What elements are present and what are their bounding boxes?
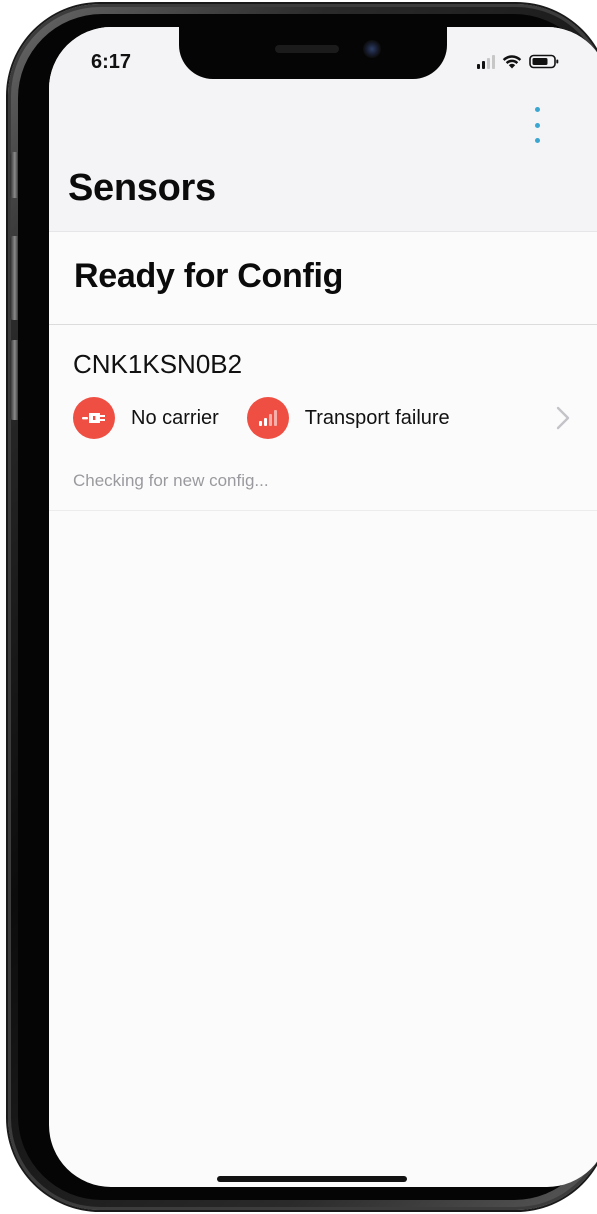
status-bar-icons [477,54,559,69]
home-indicator[interactable] [217,1176,407,1182]
signal-bars-icon [246,397,289,439]
sensor-status-line: No carrier Transport failure [73,397,478,439]
ethernet-plug-icon [73,397,115,439]
status-label-no-carrier: No carrier [131,406,219,429]
more-menu-button[interactable] [527,107,547,143]
menu-dot [534,107,540,112]
config-status-text: Checking for new config... [73,471,269,490]
battery-icon [529,54,559,69]
section-header: Ready for Config [49,232,597,325]
status-label-transport-failure: Transport failure [304,406,450,429]
status-bar-time: 6:17 [91,51,132,73]
front-camera [363,40,381,58]
device-notch [179,27,447,79]
sensor-list-item[interactable]: CNK1KSN0B2 No carrier Transport failure … [49,325,597,511]
wifi-icon [502,55,522,69]
sensor-id: CNK1KSN0B2 [73,349,243,379]
silent-switch [10,152,18,198]
section-title: Ready for Config [74,257,344,295]
volume-down-button [10,340,18,420]
menu-dot [534,138,540,143]
speaker-grille [275,45,339,53]
app-screen: Sensors 6:17 Ready for Config CNK1KSN0B2 [49,27,597,1187]
chevron-right-icon [556,406,570,430]
menu-dot [534,122,540,128]
volume-up-button [10,236,18,320]
page-title: Sensors [68,167,216,209]
cellular-signal-icon [477,54,495,69]
